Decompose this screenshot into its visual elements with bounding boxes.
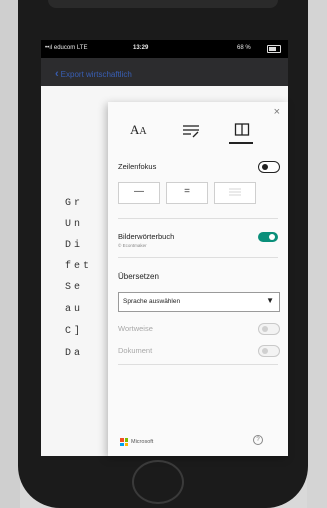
line-focus-toggle[interactable]: [258, 161, 280, 173]
reader-line: au: [65, 304, 84, 315]
chevron-left-icon: ‹: [55, 68, 59, 80]
battery-icon: [267, 45, 281, 53]
picture-dictionary-label: Bilderwörterbuch: [118, 232, 175, 241]
reader-line: Un: [65, 219, 84, 230]
microsoft-logo-icon: [120, 438, 128, 446]
reading-preferences-panel: × AA Zeilenfokus — = Bilderwörterbuch © …: [108, 102, 288, 456]
word-by-word-toggle[interactable]: [258, 323, 280, 335]
status-bar: ••ıl educom LTE 13:29 68 %: [41, 40, 288, 58]
reader-line: Se: [65, 282, 84, 293]
language-select[interactable]: Sprache auswählen ▼: [118, 292, 280, 312]
word-by-word-label: Wortweise: [118, 324, 153, 333]
line-focus-one-line-button[interactable]: —: [118, 182, 160, 204]
language-select-value: Sprache auswählen: [123, 298, 181, 305]
selected-tab-indicator: [229, 142, 253, 144]
reader-line: Da: [65, 348, 84, 359]
microsoft-label: Microsoft: [131, 439, 154, 445]
battery-percent: 68 %: [237, 45, 251, 51]
line-focus-label: Zeilenfokus: [118, 162, 157, 171]
picture-dictionary-toggle[interactable]: [258, 232, 278, 242]
book-icon[interactable]: [234, 122, 250, 143]
carrier-label: ••ıl educom LTE: [45, 45, 88, 51]
background-left: [0, 0, 20, 508]
line-focus-five-lines-button[interactable]: [214, 182, 256, 204]
back-label: Export wirtschaftlich: [60, 70, 132, 79]
caret-down-icon: ▼: [266, 296, 274, 305]
document-label: Dokument: [118, 346, 153, 355]
divider: [118, 257, 278, 258]
phone-top-edge: [48, 0, 278, 8]
reader-line: C]: [65, 326, 84, 337]
divider: [118, 218, 278, 219]
translate-heading: Übersetzen: [118, 272, 159, 281]
picture-dictionary-credit: © Econtmaker: [118, 243, 147, 248]
clock: 13:29: [133, 45, 149, 51]
panel-toolbar: AA: [126, 122, 256, 144]
document-toggle[interactable]: [258, 345, 280, 357]
back-button[interactable]: ‹ Export wirtschaftlich: [55, 68, 132, 80]
close-icon[interactable]: ×: [274, 106, 280, 118]
home-button[interactable]: [132, 460, 184, 504]
grammar-options-icon[interactable]: [182, 124, 200, 143]
help-icon[interactable]: ?: [253, 435, 263, 445]
reader-line: Gr: [65, 198, 84, 209]
reader-line: Di: [65, 240, 84, 251]
line-focus-options: — =: [118, 182, 280, 204]
line-focus-three-lines-button[interactable]: =: [166, 182, 208, 204]
font-size-icon[interactable]: AA: [130, 122, 147, 138]
background-right: [307, 0, 327, 508]
reader-line: fet: [65, 261, 93, 272]
divider: [118, 364, 278, 365]
